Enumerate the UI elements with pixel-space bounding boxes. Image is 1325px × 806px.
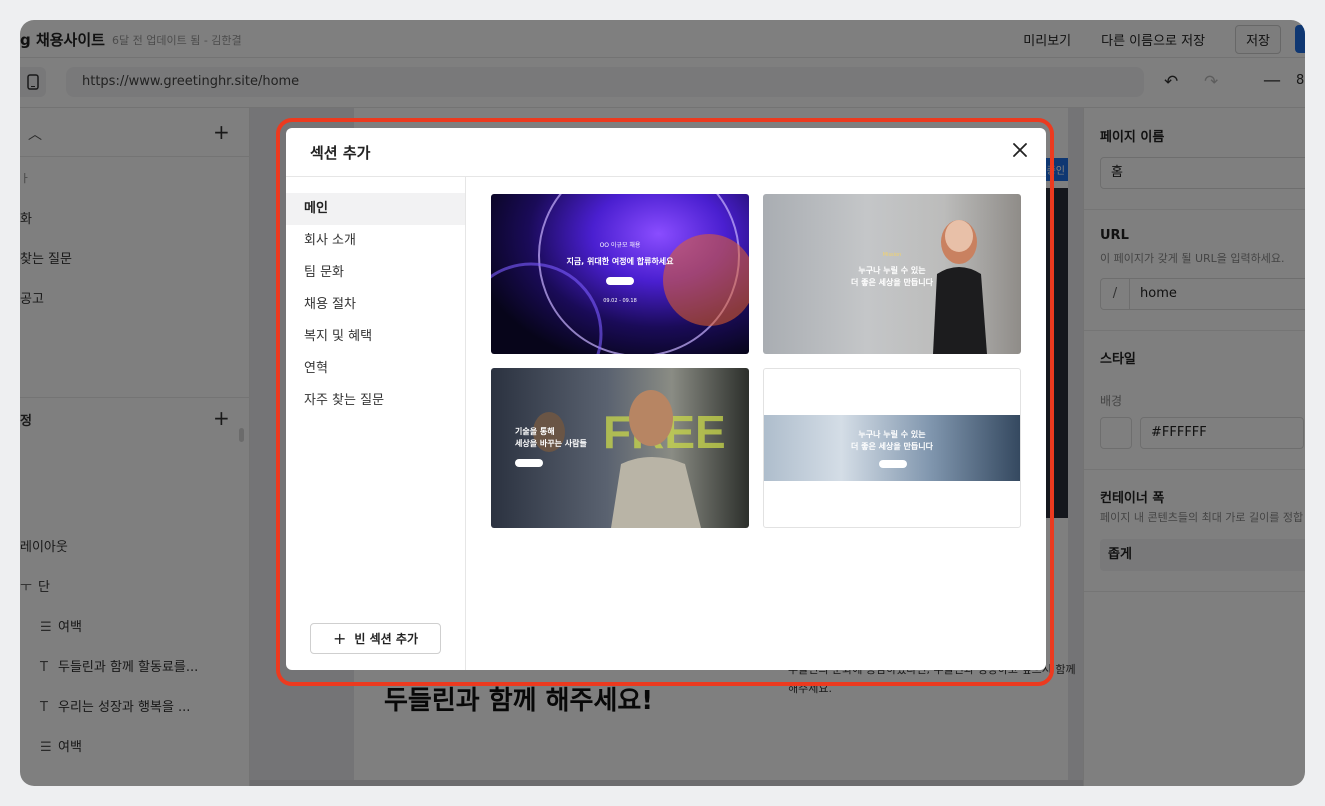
category-team-culture[interactable]: 팀 문화 — [286, 257, 465, 289]
modal-title: 섹션 추가 — [310, 144, 371, 162]
app-window: g 채용사이트 6달 전 업데이트 됨 - 김한결 미리보기 다른 이름으로 저… — [20, 20, 1305, 786]
template-thumbnail — [491, 194, 749, 354]
plus-icon: + — [333, 629, 347, 648]
template-title: 누구나 누릴 수 있는 — [858, 430, 926, 439]
category-benefits[interactable]: 복지 및 혜택 — [286, 321, 465, 353]
template-card[interactable]: Mission 누구나 누릴 수 있는 더 좋은 세상을 만듭니다 — [763, 194, 1021, 354]
add-section-modal: 섹션 추가 메인 회사 소개 팀 문화 채용 절차 복지 및 혜택 연혁 자주 … — [286, 128, 1046, 670]
template-date: 09.02 - 09.18 — [603, 298, 637, 304]
close-icon[interactable] — [1010, 140, 1030, 160]
category-history[interactable]: 연혁 — [286, 353, 465, 385]
category-hiring-process[interactable]: 채용 절차 — [286, 289, 465, 321]
category-main[interactable]: 메인 — [286, 193, 465, 225]
template-kicker: OO 이규모 채용 — [599, 242, 641, 249]
category-faq[interactable]: 자주 찾는 질문 — [286, 385, 465, 417]
category-list: 메인 회사 소개 팀 문화 채용 절차 복지 및 혜택 연혁 자주 찾는 질문 … — [286, 177, 466, 670]
template-subtitle: 세상을 바꾸는 사람들 — [515, 439, 587, 448]
template-card[interactable]: FREE 기술을 통해 세상을 바꾸는 사람들 — [491, 368, 749, 528]
template-kicker: Mission — [882, 252, 902, 258]
add-empty-section-button[interactable]: + 빈 섹션 추가 — [310, 623, 441, 654]
template-button — [515, 459, 543, 467]
template-subtitle: 더 좋은 세상을 만듭니다 — [851, 442, 933, 451]
template-title: 기술을 통해 — [515, 427, 555, 436]
template-title: 누구나 누릴 수 있는 — [858, 266, 926, 275]
template-title: 지금, 위대한 여정에 합류하세요 — [566, 257, 674, 266]
template-subtitle: 더 좋은 세상을 만듭니다 — [851, 278, 933, 287]
template-button — [879, 460, 907, 468]
category-company[interactable]: 회사 소개 — [286, 225, 465, 257]
add-empty-section-label: 빈 섹션 추가 — [354, 632, 418, 646]
template-button — [606, 277, 634, 285]
template-card[interactable]: 누구나 누릴 수 있는 더 좋은 세상을 만듭니다 — [763, 368, 1021, 528]
template-card[interactable]: OO 이규모 채용 지금, 위대한 여정에 합류하세요 09.02 - 09.1… — [491, 194, 749, 354]
